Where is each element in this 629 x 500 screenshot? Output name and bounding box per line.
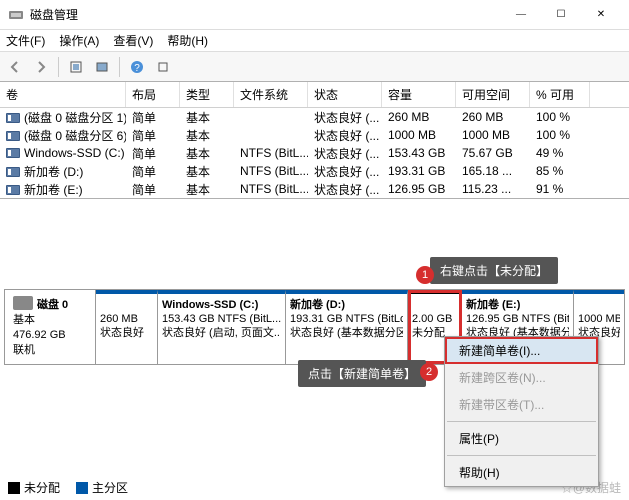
menu-new-spanned-volume: 新建跨区卷(N)... bbox=[445, 364, 598, 391]
menu-help[interactable]: 帮助(H) bbox=[445, 459, 598, 486]
tooltip-rightclick: 右键点击【未分配】 bbox=[430, 257, 558, 284]
menu-new-simple-volume[interactable]: 新建简单卷(I)... bbox=[445, 337, 598, 364]
help-icon[interactable]: ? bbox=[126, 56, 148, 78]
tooltip-click: 点击【新建简单卷】 bbox=[298, 360, 426, 387]
col-layout[interactable]: 布局 bbox=[126, 82, 180, 107]
menu-new-striped-volume: 新建带区卷(T)... bbox=[445, 391, 598, 418]
app-icon bbox=[8, 7, 24, 23]
menu-file[interactable]: 文件(F) bbox=[6, 32, 45, 49]
disk-icon bbox=[13, 296, 33, 310]
menu-view[interactable]: 查看(V) bbox=[113, 32, 153, 49]
table-row[interactable]: Windows-SSD (C:)简单基本NTFS (BitL...状态良好 (.… bbox=[0, 144, 629, 162]
maximize-button[interactable]: ☐ bbox=[541, 0, 581, 30]
minimize-button[interactable]: ― bbox=[501, 0, 541, 30]
context-menu: 新建简单卷(I)... 新建跨区卷(N)... 新建带区卷(T)... 属性(P… bbox=[444, 336, 599, 487]
partition[interactable]: 260 MB状态良好 bbox=[96, 290, 158, 364]
settings-icon[interactable] bbox=[152, 56, 174, 78]
table-row[interactable]: 新加卷 (E:)简单基本NTFS (BitL...状态良好 (...126.95… bbox=[0, 180, 629, 198]
toolbar: ? bbox=[0, 52, 629, 82]
menu-help[interactable]: 帮助(H) bbox=[167, 32, 208, 49]
volume-list: 卷 布局 类型 文件系统 状态 容量 可用空间 % 可用 (磁盘 0 磁盘分区 … bbox=[0, 82, 629, 199]
col-type[interactable]: 类型 bbox=[180, 82, 234, 107]
col-status[interactable]: 状态 bbox=[308, 82, 382, 107]
window-title: 磁盘管理 bbox=[30, 6, 501, 23]
col-pct[interactable]: % 可用 bbox=[530, 82, 590, 107]
disk-info: 磁盘 0 基本 476.92 GB 联机 bbox=[5, 290, 96, 364]
menu-properties[interactable]: 属性(P) bbox=[445, 425, 598, 452]
svg-text:?: ? bbox=[134, 63, 140, 74]
partition[interactable]: Windows-SSD (C:)153.43 GB NTFS (BitL...状… bbox=[158, 290, 286, 364]
close-button[interactable]: ✕ bbox=[581, 0, 621, 30]
refresh-button[interactable] bbox=[65, 56, 87, 78]
table-row[interactable]: 新加卷 (D:)简单基本NTFS (BitL...状态良好 (...193.31… bbox=[0, 162, 629, 180]
table-row[interactable]: (磁盘 0 磁盘分区 6)简单基本状态良好 (...1000 MB1000 MB… bbox=[0, 126, 629, 144]
badge-2: 2 bbox=[420, 363, 438, 381]
col-capacity[interactable]: 容量 bbox=[382, 82, 456, 107]
legend: 未分配 主分区 bbox=[8, 479, 128, 496]
badge-1: 1 bbox=[416, 266, 434, 284]
menu-action[interactable]: 操作(A) bbox=[59, 32, 99, 49]
col-free[interactable]: 可用空间 bbox=[456, 82, 530, 107]
menubar: 文件(F) 操作(A) 查看(V) 帮助(H) bbox=[0, 30, 629, 52]
col-volume[interactable]: 卷 bbox=[0, 82, 126, 107]
partition[interactable]: 新加卷 (D:)193.31 GB NTFS (BitLc状态良好 (基本数据分… bbox=[286, 290, 408, 364]
forward-button[interactable] bbox=[30, 56, 52, 78]
list-header: 卷 布局 类型 文件系统 状态 容量 可用空间 % 可用 bbox=[0, 82, 629, 108]
action-button[interactable] bbox=[91, 56, 113, 78]
table-row[interactable]: (磁盘 0 磁盘分区 1)简单基本状态良好 (...260 MB260 MB10… bbox=[0, 108, 629, 126]
col-fs[interactable]: 文件系统 bbox=[234, 82, 308, 107]
back-button[interactable] bbox=[4, 56, 26, 78]
titlebar: 磁盘管理 ― ☐ ✕ bbox=[0, 0, 629, 30]
